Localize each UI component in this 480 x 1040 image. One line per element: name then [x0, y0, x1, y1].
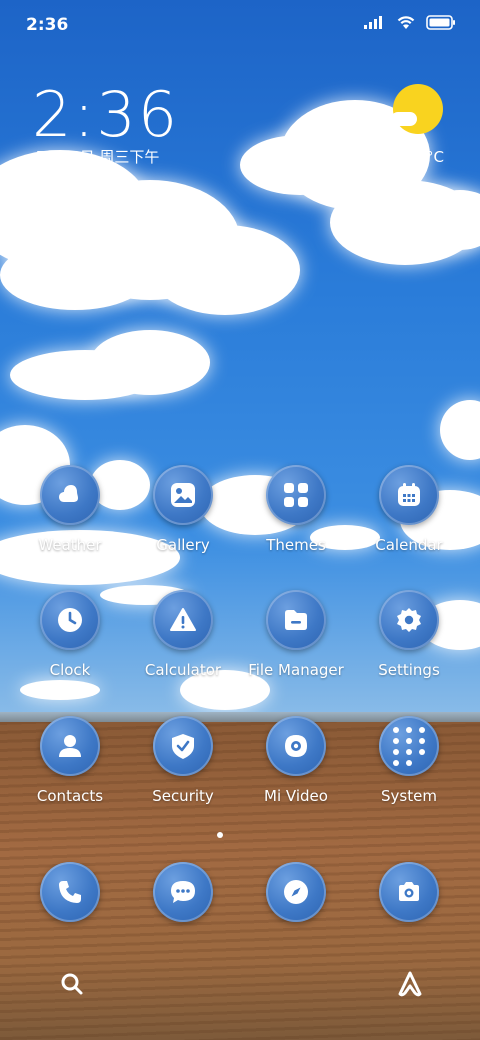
- app-label: Mi Video: [264, 787, 328, 805]
- dock-browser[interactable]: [240, 862, 352, 922]
- file-manager-icon: [266, 590, 326, 650]
- messages-icon: [153, 862, 213, 922]
- app-clock[interactable]: Clock: [14, 590, 126, 679]
- weather-cloud-icon: [391, 112, 417, 126]
- app-label: Calendar: [375, 536, 443, 554]
- battery-icon: [426, 14, 455, 30]
- home-screen: 2:36 2:36 7月24日 周三下午 晴 26°C Weather Gall…: [0, 0, 480, 1040]
- app-label: Weather: [38, 536, 102, 554]
- status-time: 2:36: [26, 15, 69, 35]
- app-weather[interactable]: Weather: [14, 465, 126, 554]
- app-label: Gallery: [156, 536, 210, 554]
- phone-icon: [40, 862, 100, 922]
- dock-messages[interactable]: [127, 862, 239, 922]
- camera-icon: [379, 862, 439, 922]
- settings-icon: [379, 590, 439, 650]
- app-security[interactable]: Security: [127, 716, 239, 805]
- app-label: Settings: [378, 661, 440, 679]
- status-icons: [364, 14, 456, 30]
- signal-icon: [364, 16, 382, 29]
- calendar-icon: [379, 465, 439, 525]
- dock-camera[interactable]: [353, 862, 465, 922]
- app-calendar[interactable]: Calendar: [353, 465, 465, 554]
- app-themes[interactable]: Themes: [240, 465, 352, 554]
- app-settings[interactable]: Settings: [353, 590, 465, 679]
- security-icon: [153, 716, 213, 776]
- assistant-button[interactable]: [394, 968, 426, 1000]
- app-label: Themes: [266, 536, 326, 554]
- app-calculator[interactable]: Calculator: [127, 590, 239, 679]
- app-mi-video[interactable]: Mi Video: [240, 716, 352, 805]
- app-label: Security: [152, 787, 214, 805]
- widget-weather[interactable]: 晴 26°C: [387, 146, 444, 167]
- weather-icon: [40, 465, 100, 525]
- app-file-manager[interactable]: File Manager: [240, 590, 352, 679]
- app-system-folder[interactable]: System: [353, 716, 465, 805]
- app-contacts[interactable]: Contacts: [14, 716, 126, 805]
- contacts-icon: [40, 716, 100, 776]
- sunny-icon: [393, 84, 443, 134]
- widget-time[interactable]: 2:36: [32, 78, 179, 151]
- app-label: System: [381, 787, 437, 805]
- page-indicator[interactable]: [217, 832, 223, 838]
- clock-icon: [40, 590, 100, 650]
- app-label: Contacts: [36, 787, 104, 805]
- themes-icon: [266, 465, 326, 525]
- wifi-icon: [397, 16, 415, 29]
- app-label: Clock: [49, 661, 91, 679]
- app-label: Calculator: [144, 661, 222, 679]
- gallery-icon: [153, 465, 213, 525]
- widget-date: 7月24日 周三下午: [36, 148, 160, 166]
- search-button[interactable]: [56, 968, 88, 1000]
- status-bar: 2:36: [0, 0, 480, 50]
- browser-icon: [266, 862, 326, 922]
- app-label: File Manager: [248, 661, 344, 679]
- folder-icon: [379, 716, 439, 776]
- video-icon: [266, 716, 326, 776]
- calculator-icon: [153, 590, 213, 650]
- assistant-icon: [398, 971, 422, 997]
- dock-phone[interactable]: [14, 862, 126, 922]
- search-icon: [61, 973, 83, 995]
- app-gallery[interactable]: Gallery: [127, 465, 239, 554]
